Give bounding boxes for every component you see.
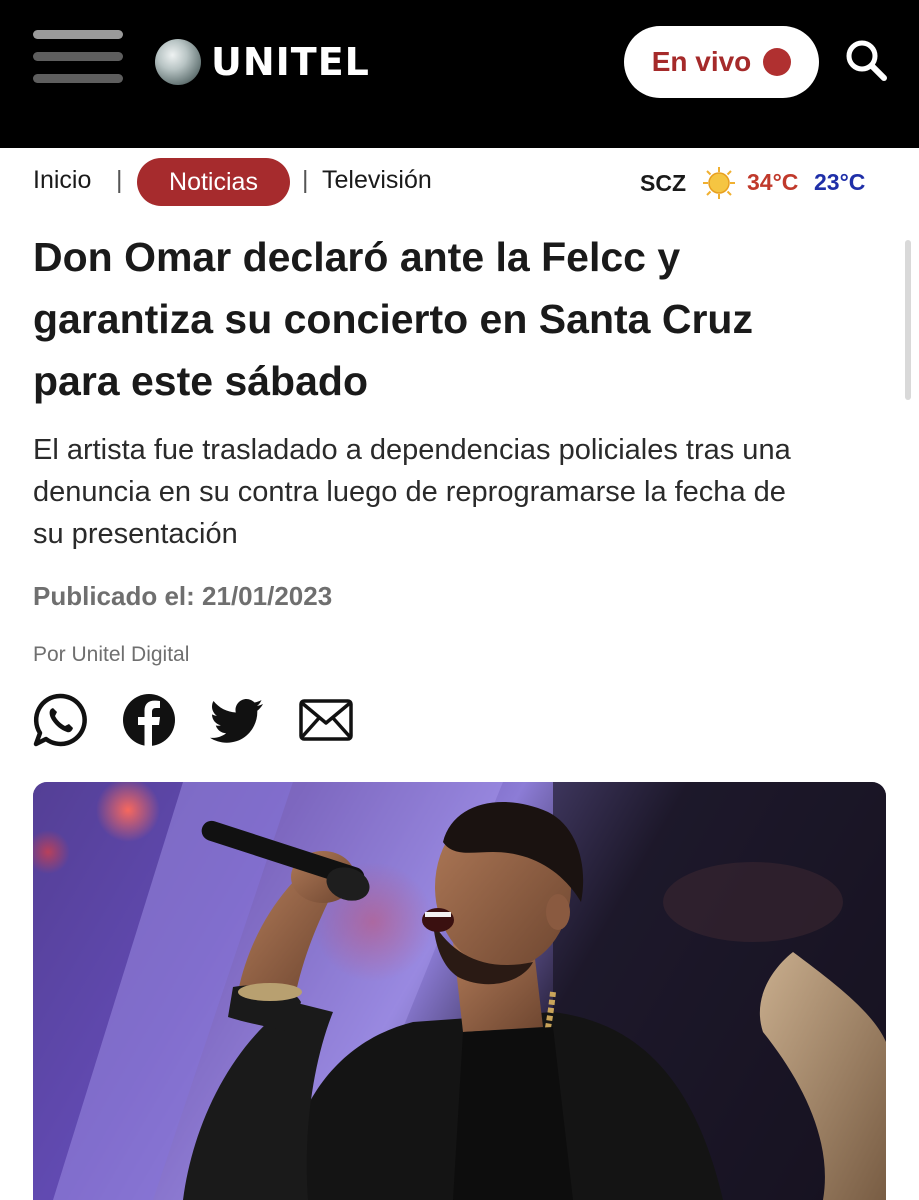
article-photo: [33, 782, 886, 1200]
subtitle-line: su presentación: [33, 518, 238, 550]
temperature-high: 34°C: [747, 169, 799, 195]
nav-television[interactable]: Televisión: [322, 166, 432, 195]
article-author: Por Unitel Digital: [33, 643, 190, 666]
nav-separator: |: [116, 166, 123, 194]
live-button[interactable]: En vivo: [624, 26, 819, 98]
nav-noticias[interactable]: Noticias: [137, 158, 290, 206]
live-dot-icon: [763, 48, 792, 76]
scrollbar[interactable]: [905, 240, 911, 400]
subtitle-line: El artista fue trasladado a dependencias…: [33, 434, 791, 466]
logo-text: UNITEL: [211, 40, 370, 84]
search-icon[interactable]: [844, 38, 888, 82]
publish-date: Publicado el: 21/01/2023: [33, 581, 333, 611]
singer-photo-illustration: [33, 782, 886, 1200]
globe-logo-icon: [155, 39, 201, 85]
article-subtitle: El artista fue trasladado a dependencias…: [33, 429, 903, 555]
site-logo[interactable]: UNITEL: [155, 38, 370, 86]
article-headline: Don Omar declaró ante la Felcc y garanti…: [33, 226, 893, 412]
temperature-low: 23°C: [814, 169, 866, 195]
facebook-icon[interactable]: [121, 692, 177, 748]
headline-line: garantiza su concierto en Santa Cruz: [33, 296, 753, 342]
whatsapp-icon[interactable]: [32, 692, 88, 748]
subtitle-line: denuncia en su contra luego de reprogram…: [33, 476, 786, 508]
nav-home[interactable]: Inicio: [33, 166, 91, 195]
email-icon[interactable]: [298, 692, 354, 748]
top-bar: UNITEL En vivo: [0, 0, 919, 148]
nav-separator: |: [302, 166, 309, 194]
weather-city: SCZ: [640, 170, 686, 196]
sun-icon: [703, 167, 735, 199]
headline-line: Don Omar declaró ante la Felcc y: [33, 234, 681, 280]
live-label: En vivo: [651, 46, 752, 77]
headline-line: para este sábado: [33, 358, 368, 404]
twitter-icon[interactable]: [209, 692, 265, 748]
menu-icon[interactable]: [33, 28, 123, 86]
